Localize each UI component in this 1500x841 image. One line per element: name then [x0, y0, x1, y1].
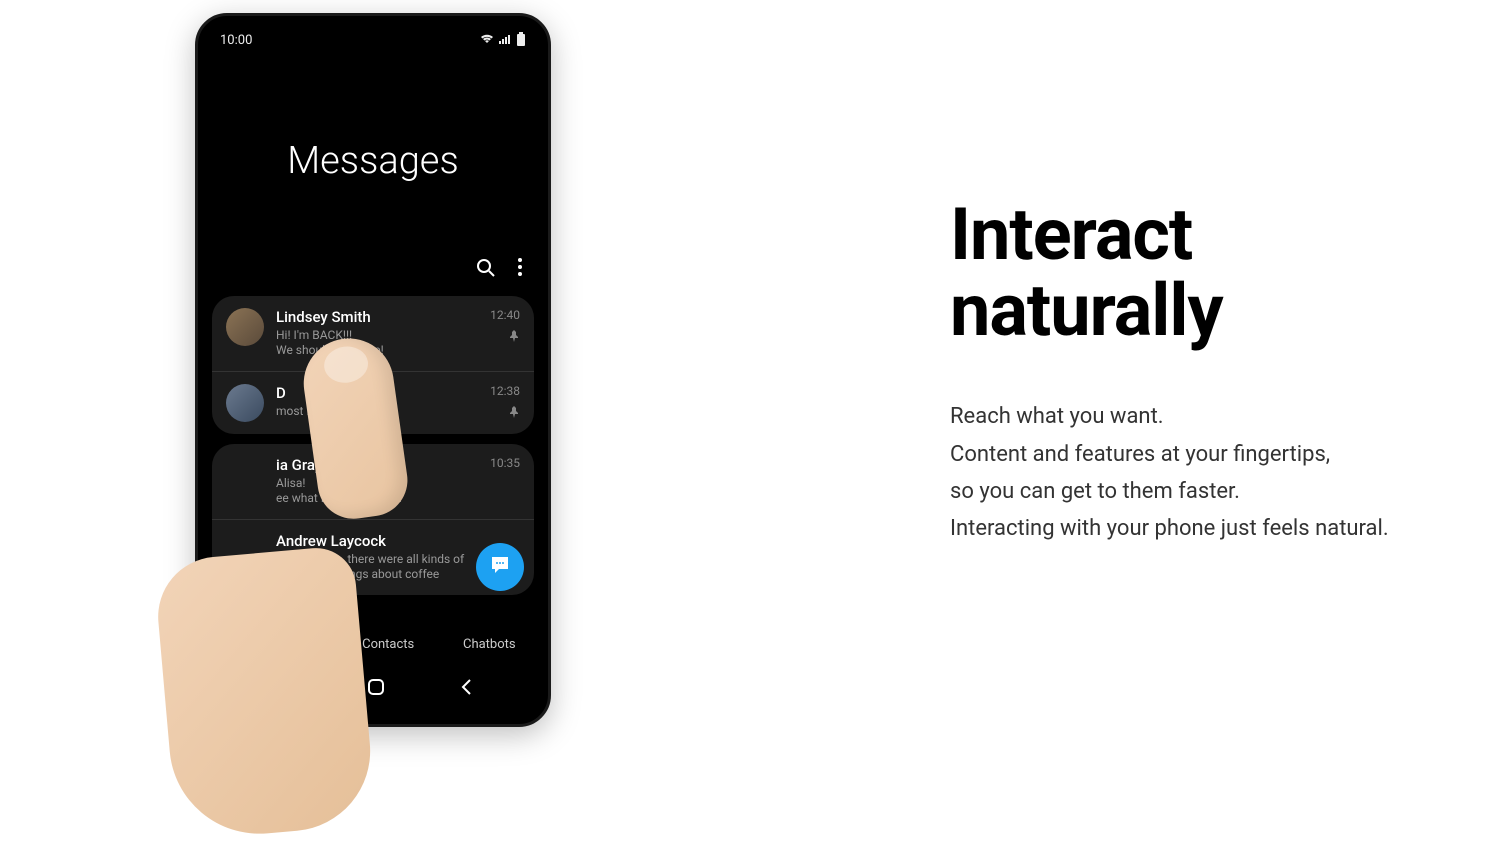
contact-name: Lindsey Smith	[276, 308, 478, 326]
wifi-icon	[480, 33, 494, 49]
system-nav-bar	[206, 664, 540, 716]
message-time: 12:40	[490, 308, 520, 322]
message-meta: 12:40	[490, 308, 520, 359]
chat-icon	[489, 554, 511, 580]
pin-icon	[490, 406, 520, 422]
bottom-tabs: Conversations Contacts Chatbots	[206, 625, 540, 664]
message-meta: 10:35	[490, 456, 520, 507]
compose-fab[interactable]	[476, 543, 524, 591]
headline: Interact naturally	[950, 197, 1440, 348]
avatar	[226, 308, 264, 346]
status-icons	[480, 32, 526, 50]
search-icon[interactable]	[476, 258, 496, 282]
message-time: 10:35	[490, 456, 520, 470]
tab-conversations[interactable]: Conversations	[222, 633, 321, 658]
recents-icon[interactable]	[273, 679, 293, 699]
battery-icon	[516, 32, 526, 50]
phone-mockup-section: 10:00 Messages	[0, 0, 750, 745]
marketing-copy: Interact naturally Reach what you want. …	[750, 197, 1500, 548]
home-icon[interactable]	[367, 678, 385, 700]
message-time: 12:38	[490, 384, 520, 398]
toolbar	[206, 258, 540, 296]
body-text: Reach what you want. Content and feature…	[950, 398, 1440, 548]
back-icon[interactable]	[459, 678, 473, 700]
pin-icon	[490, 330, 520, 346]
more-icon[interactable]	[518, 258, 522, 282]
tab-contacts[interactable]: Contacts	[354, 633, 422, 658]
status-bar: 10:00	[206, 24, 540, 54]
avatar	[226, 384, 264, 422]
app-title: Messages	[206, 54, 540, 258]
tab-chatbots[interactable]: Chatbots	[455, 633, 524, 658]
message-meta: 12:38	[490, 384, 520, 422]
signal-icon	[498, 33, 512, 49]
contact-name: Andrew Laycock	[276, 532, 520, 550]
status-time: 10:00	[220, 33, 252, 48]
phone-wrapper: 10:00 Messages	[195, 13, 555, 733]
